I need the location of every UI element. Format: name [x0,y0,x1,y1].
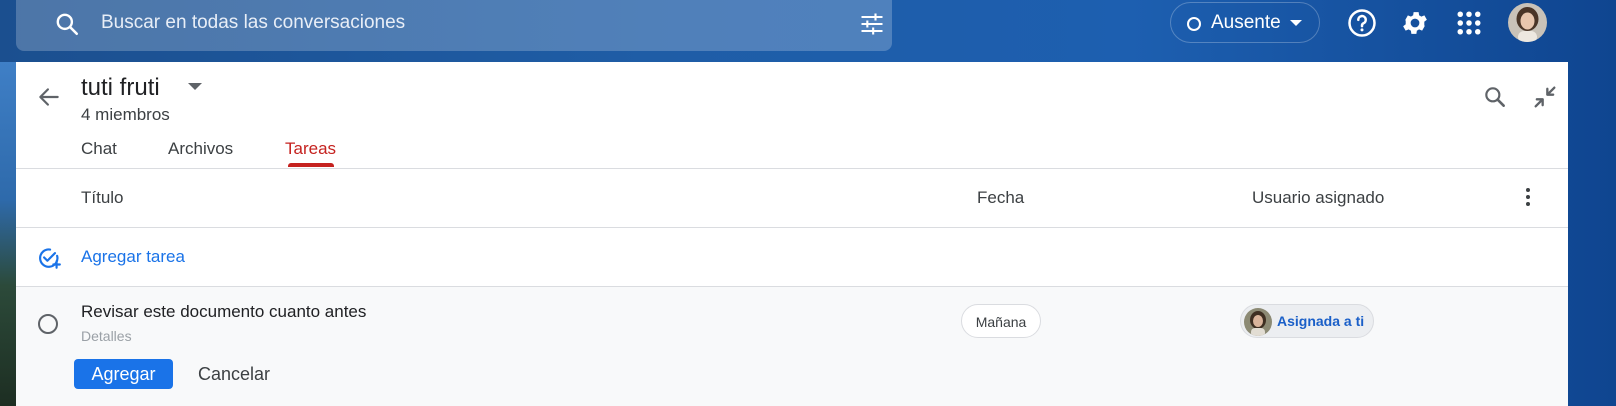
task-edit-row: Revisar este documento cuanto antes Deta… [16,287,1568,406]
date-chip-label: Mañana [975,314,1027,330]
help-icon[interactable] [1347,8,1377,38]
apps-grid-icon[interactable] [1454,8,1484,38]
tab-chat[interactable]: Chat [81,139,117,159]
task-details-input[interactable]: Detalles [81,328,132,344]
add-button[interactable]: Agregar [74,359,173,389]
room-panel: tuti fruti 4 miembros Chat Archivos Tare… [16,62,1568,406]
column-header-assignee: Usuario asignado [1252,188,1385,207]
task-title-input[interactable]: Revisar este documento cuanto antes [81,302,366,322]
account-avatar[interactable] [1508,3,1547,42]
avatar [1244,308,1272,336]
task-complete-checkbox[interactable] [38,314,58,334]
date-chip[interactable]: Mañana [961,304,1041,338]
room-members[interactable]: 4 miembros [81,105,170,125]
collapse-icon[interactable] [1531,83,1559,111]
filter-icon[interactable] [858,10,886,38]
room-menu-caret-icon[interactable] [188,83,202,90]
cancel-button[interactable]: Cancelar [198,364,270,385]
gear-icon[interactable] [1400,8,1430,38]
tab-tasks[interactable]: Tareas [285,139,336,159]
search-input[interactable]: Buscar en todas las conversaciones [101,12,405,34]
status-circle-icon [1187,17,1201,31]
more-vert-icon[interactable] [1516,185,1540,209]
column-header-date: Fecha [977,188,1025,207]
back-arrow-icon[interactable] [36,84,62,110]
caret-down-icon [1290,20,1302,26]
background-strip [0,62,16,406]
status-dropdown[interactable]: Ausente [1170,2,1320,43]
divider [16,227,1568,228]
search-bar[interactable]: Buscar en todas las conversaciones [16,0,892,51]
add-task-icon[interactable] [36,245,62,271]
search-icon [56,13,79,36]
column-header-title: Título [81,188,124,207]
active-tab-indicator [288,163,334,167]
add-task-button[interactable]: Agregar tarea [81,247,185,267]
search-icon[interactable] [1482,84,1508,110]
assignee-chip-label: Asignada a ti [1277,313,1365,329]
status-label: Ausente [1211,12,1281,33]
tab-files[interactable]: Archivos [168,139,233,159]
assignee-chip[interactable]: Asignada a ti [1240,304,1374,338]
divider [16,168,1568,169]
room-title[interactable]: tuti fruti [81,74,160,102]
